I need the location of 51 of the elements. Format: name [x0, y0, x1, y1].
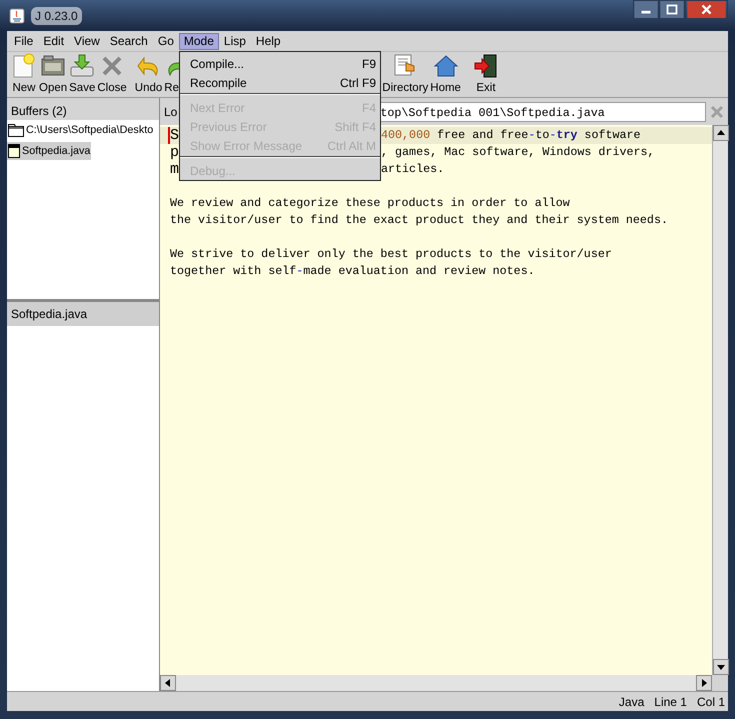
menu-item[interactable]: Mode	[178, 32, 219, 50]
directory-button[interactable]: Directory	[381, 53, 430, 95]
new-file-icon	[11, 53, 37, 79]
buffer-item[interactable]: Softpedia.java	[7, 142, 92, 160]
code-text: articles.	[381, 161, 444, 178]
menu-item[interactable]: View	[69, 32, 105, 50]
exit-door-icon	[472, 53, 499, 79]
buffer-item[interactable]: C:\Users\Softpedia\Deskto	[7, 121, 154, 140]
window-title: J 0.23.0	[31, 6, 82, 24]
menu-option[interactable]: Recompile Ctrl F9	[180, 72, 380, 91]
code-text: together with self-made evaluation and review notes.	[170, 263, 535, 280]
code-text: m	[170, 161, 180, 178]
menu-item[interactable]: Go	[152, 32, 179, 50]
file-list-item[interactable]: Softpedia.java	[7, 302, 159, 326]
status-text: Java	[618, 694, 644, 710]
scroll-down-icon[interactable]	[713, 659, 729, 675]
menu-item[interactable]: Lisp	[218, 32, 251, 50]
file-icon	[8, 144, 20, 158]
close-icon[interactable]	[685, 0, 728, 19]
vertical-scrollbar[interactable]	[712, 125, 728, 675]
close-button[interactable]: Close	[96, 53, 128, 95]
code-text: the visitor/user to find the exact product they and their system needs.	[170, 212, 668, 229]
horizontal-scrollbar[interactable]	[160, 675, 712, 691]
home-icon	[432, 53, 459, 79]
app-icon	[9, 8, 25, 24]
code-text: We strive to deliver only the best products to the visitor/user	[170, 246, 612, 263]
maximize-icon[interactable]	[659, 0, 685, 19]
code-text: p	[170, 144, 180, 161]
location-label: Lo	[164, 104, 178, 120]
scroll-up-icon[interactable]	[713, 125, 729, 141]
menu-item[interactable]: Search	[104, 32, 153, 50]
menu-option[interactable]: Compile... F9	[180, 53, 380, 72]
menu-item[interactable]: Edit	[38, 32, 70, 50]
code-text: 400,000 free and free-to-try software	[381, 127, 641, 144]
minimize-icon[interactable]	[633, 0, 659, 19]
home-button[interactable]: Home	[429, 53, 462, 95]
status-text: Line 1	[654, 694, 687, 710]
menu-item[interactable]: Help	[250, 32, 286, 50]
panel-title: Buffers (2)	[11, 104, 67, 118]
scroll-left-icon[interactable]	[160, 675, 176, 691]
undo-button[interactable]: Undo	[134, 53, 164, 95]
exit-button[interactable]: Exit	[472, 53, 500, 95]
download-icon	[69, 53, 96, 79]
code-text: , games, Mac software, Windows drivers,	[381, 144, 655, 161]
scroll-right-icon[interactable]	[696, 675, 712, 691]
status-text: Col 1	[696, 694, 725, 710]
new-button[interactable]: New	[10, 53, 38, 95]
open-button[interactable]: Open	[38, 53, 68, 95]
menu-item[interactable]: File	[9, 32, 38, 50]
code-text: We review and categorize these products in order to allow	[170, 195, 570, 212]
save-button[interactable]: Save	[68, 53, 96, 95]
